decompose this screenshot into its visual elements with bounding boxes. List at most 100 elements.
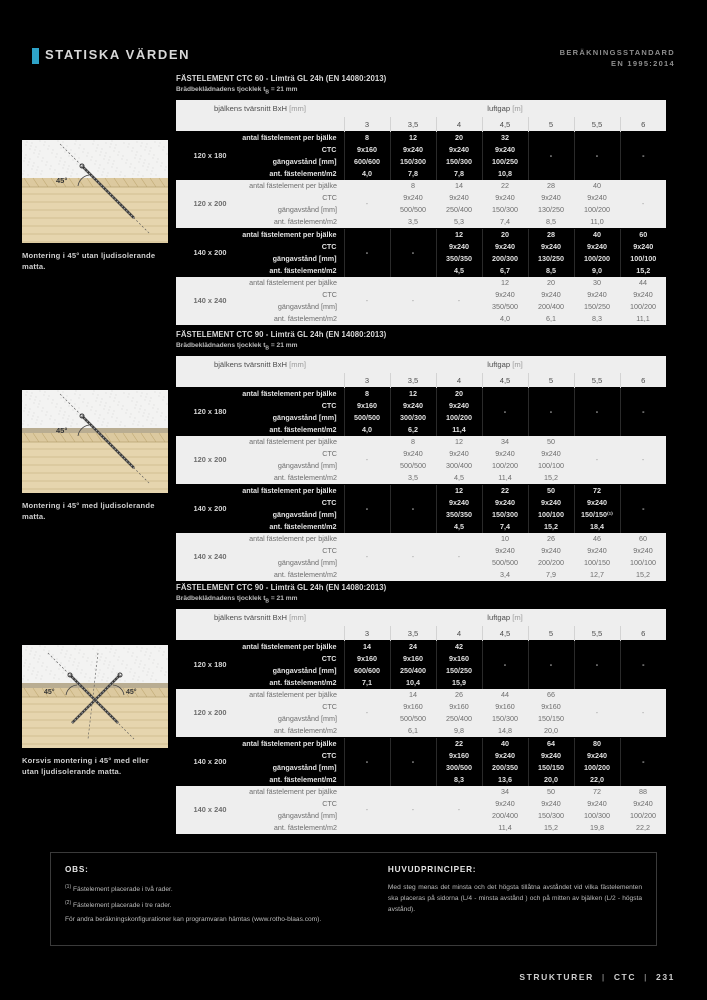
value: 44 xyxy=(501,689,509,699)
value-cell: - xyxy=(344,179,390,229)
value: 14 xyxy=(409,689,417,699)
value-cell: - xyxy=(390,785,436,834)
value: 12,7 xyxy=(590,569,604,579)
value: 72 xyxy=(593,786,601,796)
table-row: 120 x 200 antal fästelement per bjälke CTC… xyxy=(176,179,667,229)
column-header-airgap: luftgap [m] xyxy=(344,100,667,118)
value-cell: 34 9x240 100/200 11,4 xyxy=(482,435,528,485)
value-cell: 72 9x240 100/300 19,8 xyxy=(574,785,620,834)
fastener-table-block: FÄSTELEMENT CTC 60 - Limträ GL 24h (EN 1… xyxy=(176,74,667,325)
table-header-row: bjälkens tvärsnitt BxH [mm] luftgap [m] xyxy=(176,609,667,627)
metric-label: gängavstånd [mm] xyxy=(272,156,337,166)
airgap-column-header: 5,5 xyxy=(573,373,620,388)
angle-label: 45° xyxy=(56,176,68,185)
value-cell: - xyxy=(527,386,574,436)
value: 10 xyxy=(501,533,509,543)
value: 300/300 xyxy=(400,412,426,422)
column-header-section: bjälkens tvärsnitt BxH [mm] xyxy=(176,356,344,374)
metric-label: antal fästelement per bjälke xyxy=(249,533,337,543)
value: 80 xyxy=(593,738,601,748)
value: 14 xyxy=(363,641,371,651)
value: 11,4 xyxy=(498,822,512,832)
value: 150/150 xyxy=(538,713,564,723)
value-cell: - xyxy=(573,386,620,436)
value: 350/350 xyxy=(446,253,472,263)
notes-box: OBS: (1) Fästelement placerade i två rad… xyxy=(50,852,657,946)
value-cell: 20 9x240 150/300 7,8 xyxy=(435,130,482,180)
value-cell: - xyxy=(481,639,528,689)
value: 9x240 xyxy=(587,289,607,299)
value-cell: 64 9x240 150/150 20,0 xyxy=(527,736,574,786)
value: 9x160 xyxy=(449,750,469,760)
table-row: 140 x 240 antal fästelement per bjälke CTC… xyxy=(176,532,667,581)
subheader-spacer xyxy=(176,117,344,132)
value-cell: - xyxy=(389,483,436,533)
value: 9x240 xyxy=(541,497,561,507)
metric-label: CTC xyxy=(321,653,337,663)
value: 150/300 xyxy=(492,713,518,723)
value: 9x240 xyxy=(541,545,561,555)
table-subtitle: Brädbeklädnadens tjocklek tB = 21 mm xyxy=(176,86,298,96)
metric-label: ant. fästelement/m2 xyxy=(273,569,337,579)
table-row: 120 x 180 antal fästelement per bjälke CTC… xyxy=(176,130,667,180)
value: 8 xyxy=(365,132,369,142)
obs-item: (1) Fästelement placerade i två rader. xyxy=(65,882,370,895)
metric-label: antal fästelement per bjälke xyxy=(242,132,337,142)
value: 8 xyxy=(365,388,369,398)
fastener-table-block: FÄSTELEMENT CTC 90 - Limträ GL 24h (EN 1… xyxy=(176,583,667,834)
airgap-column-header: 6 xyxy=(619,626,667,641)
value: 15,2 xyxy=(544,472,558,482)
installation-diagram: 45° xyxy=(22,390,168,493)
value-cell: 42 9x160 150/250 15,9 xyxy=(435,639,482,689)
value: 14,8 xyxy=(498,725,512,735)
standard-code: EN 1995:2014 xyxy=(611,59,675,68)
value: 150/300 xyxy=(538,810,564,820)
beam-section-label: 120 x 200 xyxy=(193,455,227,465)
table-row: 140 x 200 antal fästelement per bjälke CTC… xyxy=(176,227,667,277)
obs-heading: OBS: xyxy=(65,865,89,874)
value-empty: - xyxy=(595,150,599,160)
airgap-column-header: 5 xyxy=(527,117,574,132)
value-empty: - xyxy=(641,454,645,464)
metric-label: ant. fästelement/m2 xyxy=(269,677,337,687)
figure-caption: Montering i 45° med ljudisolerande matta… xyxy=(22,501,155,521)
value: 8,3 xyxy=(454,774,464,784)
installation-figure: 45° Montering i 45° utan ljudisolerande m… xyxy=(22,140,168,272)
metric-label: antal fästelement per bjälke xyxy=(249,689,337,699)
value: 350/500 xyxy=(492,301,518,311)
value: 9x240 xyxy=(495,545,515,555)
metric-label: ant. fästelement/m2 xyxy=(269,424,337,434)
metric-label: gängavstånd [mm] xyxy=(272,412,337,422)
value: 130/250 xyxy=(538,204,564,214)
metric-label: CTC xyxy=(322,798,337,808)
value: 22 xyxy=(501,180,509,190)
value-empty: - xyxy=(641,707,645,717)
value-cell: - xyxy=(390,532,436,581)
value-empty: - xyxy=(365,551,369,561)
value: 100/150 xyxy=(584,557,610,567)
value-empty: - xyxy=(365,295,369,305)
principles-heading: HUVUDPRINCIPER: xyxy=(387,865,477,874)
fastener-data-table: bjälkens tvärsnitt BxH [mm] luftgap [m] 3 3… xyxy=(176,609,667,834)
value: 100/250 xyxy=(492,156,518,166)
airgap-column-header: 6 xyxy=(619,117,667,132)
value: 5,3 xyxy=(454,216,464,226)
airgap-column-header: 5 xyxy=(527,373,574,388)
value-cell: 50 9x240 100/100 15,2 xyxy=(528,435,574,485)
value: 9x240 xyxy=(587,798,607,808)
value-cell: - xyxy=(481,386,528,436)
value-empty: - xyxy=(411,247,415,257)
value: 22 xyxy=(455,738,463,748)
metric-label: gängavstånd [mm] xyxy=(277,460,337,470)
standard-label: BERÄKNINGSSTANDARD xyxy=(559,48,675,57)
value: 8,5 xyxy=(546,216,556,226)
value-cell: 8 9x160 500/500 4,0 xyxy=(343,386,390,436)
obs-item-text: Fästelement placerade i två rader. xyxy=(72,886,173,894)
value: 11,4 xyxy=(452,424,466,434)
value-cell: - xyxy=(619,639,667,689)
value-cell: 40 9x240 100/200 11,0 xyxy=(574,179,620,229)
value-empty: - xyxy=(642,150,645,160)
value-cell: 20 9x240 100/200 11,4 xyxy=(435,386,482,436)
table-header-row: bjälkens tvärsnitt BxH [mm] luftgap [m] xyxy=(176,100,667,118)
table-row: 120 x 180 antal fästelement per bjälke CTC… xyxy=(176,386,667,436)
